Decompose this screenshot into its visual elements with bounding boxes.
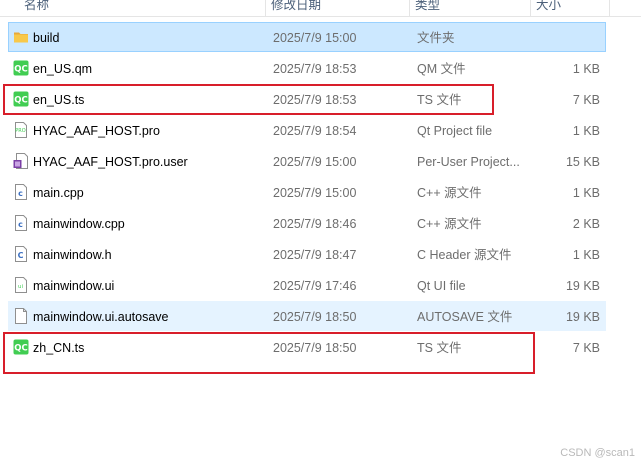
file-type: Qt Project file — [417, 124, 493, 138]
file-row[interactable]: QC en_US.qm 2025/7/9 18:53 QM 文件 1 KB — [8, 53, 606, 83]
file-name: HYAC_AAF_HOST.pro.user — [33, 155, 188, 169]
file-name: HYAC_AAF_HOST.pro — [33, 124, 160, 138]
svg-text:c: c — [18, 220, 23, 229]
file-type: C Header 源文件 — [417, 248, 512, 262]
qt-ui-file-icon: ui — [13, 277, 29, 293]
file-row[interactable]: build 2025/7/9 15:00 文件夹 — [8, 22, 606, 52]
file-size: 1 KB — [572, 186, 600, 200]
file-size: 7 KB — [572, 93, 600, 107]
annotation-box — [3, 332, 535, 374]
cpp-source-file-icon: c — [13, 184, 29, 200]
file-date: 2025/7/9 18:53 — [273, 62, 357, 76]
file-row[interactable]: c main.cpp 2025/7/9 15:00 C++ 源文件 1 KB — [8, 177, 606, 207]
watermark: CSDN @scan1 — [560, 447, 635, 459]
file-row[interactable]: ui mainwindow.ui 2025/7/9 17:46 Qt UI file 1… — [8, 270, 606, 300]
file-type: 文件夹 — [417, 31, 455, 45]
c-header-file-icon: C — [13, 246, 29, 262]
file-name: en_US.qm — [33, 62, 93, 76]
file-row[interactable]: HYAC_AAF_HOST.pro.user 2025/7/9 15:00 Per-… — [8, 146, 606, 176]
file-date: 2025/7/9 15:00 — [273, 31, 357, 45]
file-type: C++ 源文件 — [417, 217, 482, 231]
file-name: build — [33, 31, 60, 45]
file-row[interactable]: Cmainwindow.h 2025/7/9 18:47 C Header 源文件 1… — [8, 239, 606, 269]
svg-text:ui: ui — [18, 284, 23, 290]
column-header-type[interactable]: 类型 — [409, 0, 440, 16]
user-project-file-icon — [13, 153, 29, 169]
file-type: C++ 源文件 — [417, 186, 482, 200]
column-header-name[interactable]: 名称 — [18, 0, 49, 16]
file-name: mainwindow.ui — [33, 279, 115, 293]
column-header: 名称 修改日期 类型 大小 — [0, 0, 641, 17]
qt-linguist-icon: QC — [13, 60, 29, 76]
file-date: 2025/7/9 18:46 — [273, 217, 357, 231]
file-date: 2025/7/9 18:50 — [273, 310, 357, 324]
file-type: AUTOSAVE 文件 — [417, 310, 513, 324]
folder-icon — [13, 29, 29, 45]
file-name: main.cpp — [33, 186, 84, 200]
file-size: 19 KB — [565, 279, 600, 293]
column-header-size[interactable]: 大小 — [530, 0, 561, 16]
file-size: 7 KB — [572, 341, 600, 355]
file-name: mainwindow.ui.autosave — [33, 310, 169, 324]
file-row[interactable]: c mainwindow.cpp 2025/7/9 18:46 C++ 源文件 2 KB — [8, 208, 606, 238]
file-date: 2025/7/9 15:00 — [273, 155, 357, 169]
column-divider[interactable] — [609, 0, 610, 16]
column-header-date[interactable]: 修改日期 — [265, 0, 321, 16]
annotation-box — [3, 84, 494, 115]
file-size: 2 KB — [572, 217, 600, 231]
file-row[interactable]: mainwindow.ui.autosave 2025/7/9 18:50 AUTO… — [8, 301, 606, 331]
file-date: 2025/7/9 18:54 — [273, 124, 357, 138]
svg-text:c: c — [18, 189, 23, 198]
file-size: 19 KB — [565, 310, 600, 324]
file-type: Qt UI file — [417, 279, 466, 293]
file-date: 2025/7/9 17:46 — [273, 279, 357, 293]
file-size: 1 KB — [572, 248, 600, 262]
file-name: mainwindow.h — [33, 248, 112, 262]
generic-file-icon — [13, 308, 29, 324]
file-type: QM 文件 — [417, 62, 466, 76]
file-size: 1 KB — [572, 62, 600, 76]
qt-project-file-icon: PRO — [13, 122, 29, 138]
svg-text:QC: QC — [14, 65, 27, 75]
file-type: Per-User Project... — [417, 155, 520, 169]
file-date: 2025/7/9 15:00 — [273, 186, 357, 200]
file-name: mainwindow.cpp — [33, 217, 125, 231]
file-date: 2025/7/9 18:47 — [273, 248, 357, 262]
file-row[interactable]: PRO HYAC_AAF_HOST.pro 2025/7/9 18:54 Qt Pro… — [8, 115, 606, 145]
svg-text:PRO: PRO — [15, 128, 25, 134]
cpp-source-file-icon: c — [13, 215, 29, 231]
file-size: 15 KB — [565, 155, 600, 169]
svg-text:C: C — [18, 251, 24, 260]
file-size: 1 KB — [572, 124, 600, 138]
